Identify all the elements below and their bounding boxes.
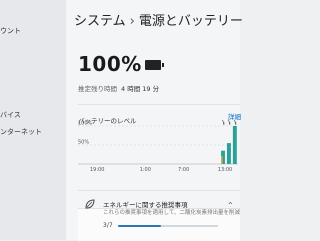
bar [221, 156, 223, 164]
x-tick-label: 7:00 [178, 167, 189, 173]
estimate-label: 推定残り時間 [78, 85, 117, 93]
estimate-value: 4 時間 19 分 [121, 85, 160, 93]
page-title: 電源とバッテリー [138, 14, 243, 29]
bar [232, 126, 237, 164]
breadcrumb-parent[interactable]: システム [74, 14, 126, 29]
divider [78, 190, 240, 191]
recommendations-progress-text: 3/7 [103, 222, 113, 229]
breadcrumb: システム › 電源とバッテリー [74, 10, 243, 29]
battery-percent: 100% [78, 52, 142, 76]
sidebar: ウント バイス ンターネット [0, 0, 66, 240]
recommendations-progress-bar [118, 225, 218, 227]
sidebar-item-devices[interactable]: バイス [0, 110, 21, 120]
charging-icon [221, 119, 225, 126]
sidebar-item-network[interactable]: ンターネット [0, 127, 42, 137]
divider [78, 104, 240, 105]
chevron-up-icon[interactable]: ⌃ [227, 201, 234, 210]
recommendations-description: これらの推奨事項を適用して、二酸化炭素排出量を削減 [103, 210, 241, 216]
battery-estimate: 推定残り時間 4 時間 19 分 [78, 83, 159, 93]
sidebar-item-accounts[interactable]: ウント [0, 26, 21, 36]
x-tick-label: 1:00 [140, 167, 151, 173]
battery-full-icon [145, 60, 164, 70]
y-tick-label: 100% [78, 121, 93, 127]
charging-icon [233, 119, 237, 126]
x-tick-label: 19:00 [90, 167, 104, 173]
recommendations-progress-fill [118, 225, 161, 227]
battery-level-chart: 100% 50% 19:00 1:00 7:00 13:00 [78, 119, 238, 173]
charging-icon [227, 119, 231, 126]
x-tick-label: 13:00 [218, 167, 232, 173]
leaf-icon [85, 199, 95, 209]
breadcrumb-separator: › [129, 14, 135, 29]
y-tick-label: 50% [78, 140, 89, 146]
bar [226, 143, 231, 164]
